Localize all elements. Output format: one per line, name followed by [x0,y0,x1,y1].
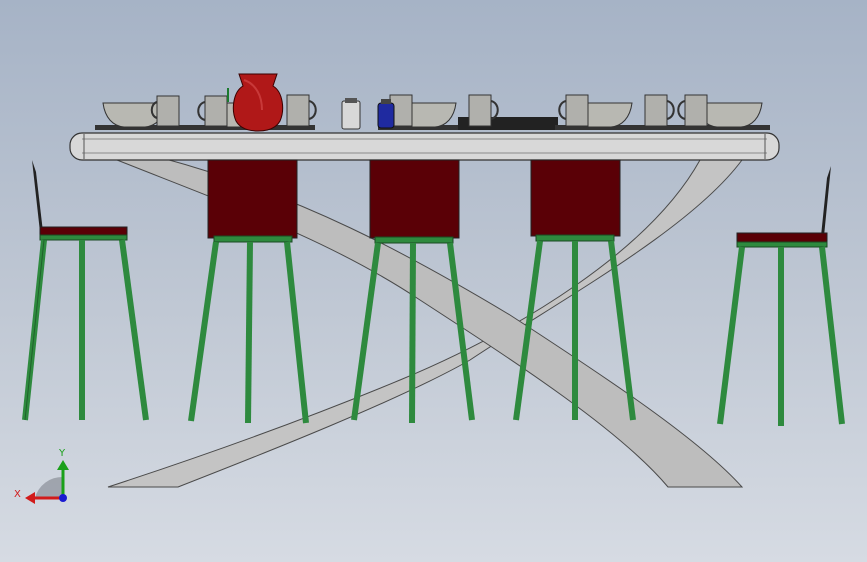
table-top [69,132,780,161]
mug [644,94,675,127]
front-stool-2 [351,159,475,424]
salt-shaker [341,98,361,130]
mug [286,94,317,127]
mug [197,95,228,127]
tableware [95,73,770,132]
coordinate-triad[interactable]: Y X [14,448,69,504]
front-stool-1 [188,159,309,424]
side-stool-right [717,166,845,426]
y-axis-arrowhead [57,460,69,470]
y-axis-label: Y [58,448,66,459]
mug [558,94,589,127]
mug [677,94,708,127]
x-axis-arrowhead [25,492,35,504]
cad-viewport[interactable]: Y X [0,0,867,562]
triad-plane [35,476,63,498]
z-axis-dot [59,494,67,502]
pepper-shaker [377,99,395,129]
side-stool-left [22,160,149,421]
x-axis-label: X [14,489,21,500]
front-stool-3 [513,159,636,421]
